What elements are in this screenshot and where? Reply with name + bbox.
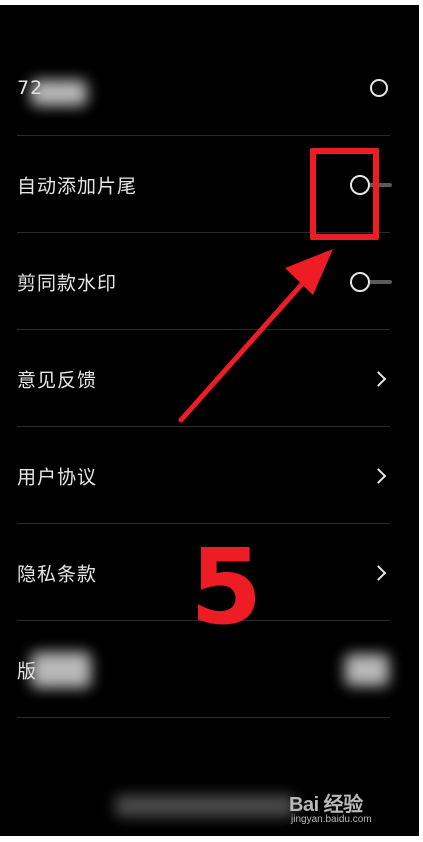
annotation-arrow-icon bbox=[178, 249, 333, 423]
watermark-url: jingyan.baidu.com bbox=[291, 814, 372, 825]
watermark-brand: Bai 经验 bbox=[289, 794, 363, 816]
step-number: 5 bbox=[190, 526, 263, 648]
watermark-logo: Bai 经验 jingyan.baidu.com bbox=[289, 788, 401, 830]
